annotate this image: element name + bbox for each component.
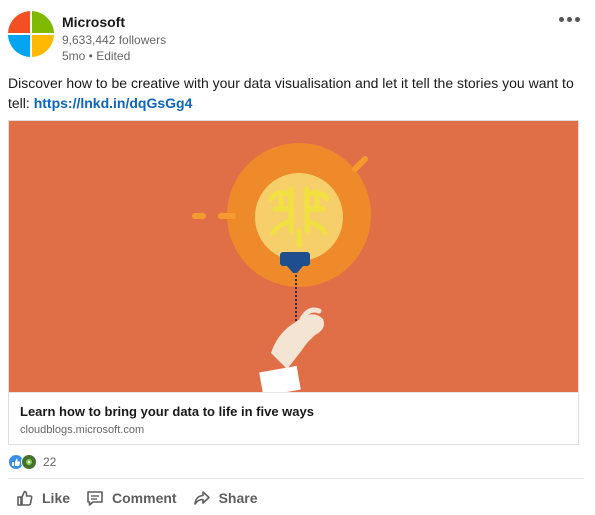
share-icon	[193, 491, 210, 505]
more-dot-icon	[566, 16, 572, 22]
logo-gap-horizontal	[8, 33, 54, 35]
logo-quadrant-green	[31, 11, 54, 34]
microsoft-logo[interactable]	[8, 11, 54, 57]
logo-quadrant-blue	[8, 34, 31, 57]
author-name[interactable]: Microsoft	[62, 14, 125, 30]
post-link[interactable]: https://lnkd.in/dqGsGg4	[34, 95, 193, 111]
like-button[interactable]: Like	[8, 484, 78, 512]
actions-divider	[8, 478, 584, 479]
reaction-summary[interactable]: 22	[8, 453, 56, 471]
more-dot-icon	[574, 16, 580, 22]
more-dot-icon	[558, 16, 564, 22]
lightbulb-illustration	[9, 121, 578, 392]
feed-post: Microsoft 9,633,442 followers 5mo • Edit…	[0, 0, 596, 515]
article-source: cloudblogs.microsoft.com	[20, 424, 145, 436]
post-actions: Like Comment Share	[8, 484, 266, 512]
follower-count: 9,633,442 followers	[62, 33, 167, 47]
reaction-count[interactable]: 22	[43, 455, 56, 469]
share-label: Share	[218, 490, 258, 506]
thumbs-up-icon	[17, 490, 33, 506]
post-header: Microsoft 9,633,442 followers 5mo • Edit…	[8, 11, 588, 63]
article-preview[interactable]: Learn how to bring your data to life in …	[8, 120, 579, 445]
more-options-button[interactable]	[556, 11, 582, 27]
comment-icon	[87, 491, 103, 506]
article-image[interactable]	[9, 121, 578, 392]
share-button[interactable]: Share	[185, 484, 266, 512]
like-label: Like	[42, 490, 71, 506]
celebrate-icon	[21, 454, 37, 470]
comment-button[interactable]: Comment	[78, 484, 185, 512]
post-text: Discover how to be creative with your da…	[8, 73, 584, 113]
post-meta: 5mo • Edited	[62, 49, 131, 63]
logo-quadrant-red	[8, 11, 31, 34]
article-caption[interactable]: Learn how to bring your data to life in …	[9, 392, 578, 444]
logo-quadrant-yellow	[31, 34, 54, 57]
comment-label: Comment	[112, 490, 177, 506]
article-title[interactable]: Learn how to bring your data to life in …	[20, 404, 314, 419]
